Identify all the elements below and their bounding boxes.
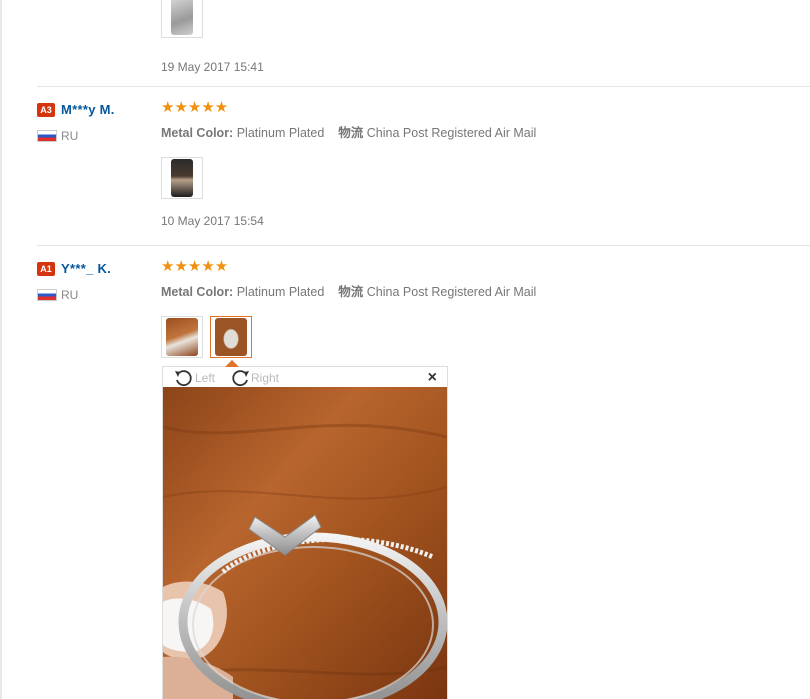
rotate-left-button[interactable]: Left bbox=[173, 369, 215, 387]
attr-label-color: Metal Color: bbox=[161, 285, 234, 299]
photo-image bbox=[171, 159, 193, 197]
reviewer-country: RU bbox=[37, 287, 78, 302]
photo-image bbox=[171, 0, 193, 35]
rotate-right-icon bbox=[232, 370, 249, 387]
review-item: A3 M***y M. RU ★★★★★ Metal Color: Platinu… bbox=[37, 100, 810, 246]
enlarged-photo bbox=[163, 387, 447, 699]
close-icon[interactable]: × bbox=[428, 369, 437, 387]
review-photos bbox=[161, 316, 536, 358]
attr-label-shipping: 物流 bbox=[338, 285, 364, 299]
reviewer-country: RU bbox=[37, 128, 78, 143]
reviewer-name: M***y M. bbox=[61, 102, 115, 118]
flag-russia-icon bbox=[37, 129, 57, 142]
left-border bbox=[0, 0, 2, 699]
divider bbox=[37, 245, 810, 246]
country-code: RU bbox=[61, 287, 79, 302]
photo-viewer: Left Right × bbox=[162, 360, 448, 699]
star-rating: ★★★★★ bbox=[161, 99, 229, 116]
review-photo-thumb[interactable] bbox=[161, 157, 203, 199]
review-date: 10 May 2017 15:54 bbox=[161, 214, 264, 228]
order-attributes: Metal Color: Platinum Plated 物流 China Pos… bbox=[161, 281, 536, 300]
reviewer-info: A1 Y***_ K. RU bbox=[37, 261, 112, 302]
review-content: ★★★★★ Metal Color: Platinum Plated 物流 Chi… bbox=[161, 100, 536, 228]
attr-value-shipping: China Post Registered Air Mail bbox=[366, 126, 537, 140]
divider bbox=[37, 86, 810, 87]
attr-label-color: Metal Color: bbox=[161, 126, 234, 140]
review-item: 19 May 2017 15:41 bbox=[37, 0, 810, 87]
reviewer-info: A3 M***y M. RU bbox=[37, 102, 115, 143]
review-photos bbox=[161, 0, 264, 42]
attr-value-color: Platinum Plated bbox=[236, 126, 325, 140]
order-attributes: Metal Color: Platinum Plated 物流 China Pos… bbox=[161, 122, 536, 141]
review-photo-thumb[interactable] bbox=[161, 0, 203, 38]
review-photo-thumb[interactable] bbox=[161, 316, 203, 358]
bracelet-photo-image bbox=[163, 387, 447, 699]
viewer-toolbar: Left Right × bbox=[163, 367, 447, 387]
attr-value-shipping: China Post Registered Air Mail bbox=[366, 285, 537, 299]
review-content: 19 May 2017 15:41 bbox=[161, 0, 264, 74]
review-date: 19 May 2017 15:41 bbox=[161, 60, 264, 74]
review-photos bbox=[161, 157, 536, 199]
photo-image bbox=[215, 318, 248, 356]
review-photo-thumb-active[interactable] bbox=[210, 316, 253, 358]
rotate-right-button[interactable]: Right bbox=[229, 369, 279, 387]
photo-image bbox=[166, 318, 198, 356]
rotate-right-label: Right bbox=[251, 371, 280, 385]
reviewer-name: Y***_ K. bbox=[61, 261, 112, 277]
review-content: ★★★★★ Metal Color: Platinum Plated 物流 Chi… bbox=[161, 259, 536, 358]
buyer-level-badge: A3 bbox=[37, 102, 55, 117]
viewer-pointer bbox=[225, 360, 239, 367]
flag-russia-icon bbox=[37, 288, 57, 301]
rotate-left-icon bbox=[175, 370, 192, 387]
star-rating: ★★★★★ bbox=[161, 258, 229, 275]
attr-label-shipping: 物流 bbox=[338, 126, 364, 140]
country-code: RU bbox=[61, 128, 79, 143]
rotate-left-label: Left bbox=[195, 371, 216, 385]
buyer-level-badge: A1 bbox=[37, 261, 55, 276]
attr-value-color: Platinum Plated bbox=[236, 285, 325, 299]
